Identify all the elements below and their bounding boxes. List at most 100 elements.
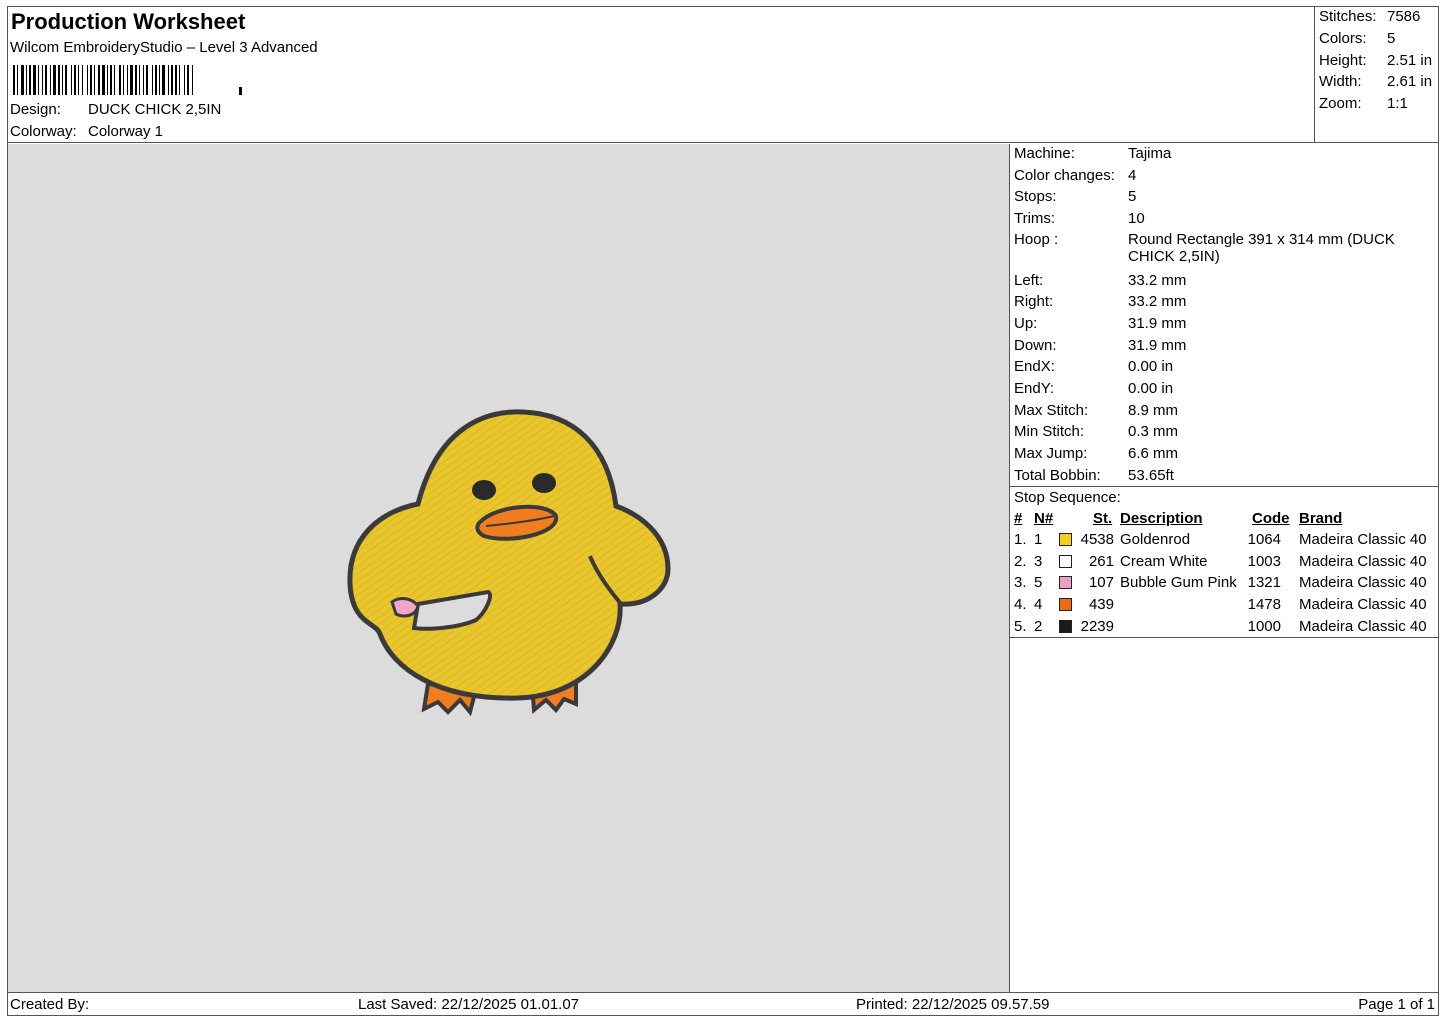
col-header-num: # [1014,510,1023,527]
row-needle: 5 [1034,574,1043,592]
min-stitch-value: 0.3 mm [1128,423,1179,440]
stitches-row: Stitches: 7586 [1319,8,1420,25]
machine-value: Tajima [1128,145,1172,162]
stop-sequence-title: Stop Sequence: [1014,489,1121,506]
endy-value: 0.00 in [1128,380,1174,397]
row-num: 3. [1014,574,1027,592]
row-stitches: 4538 [1080,531,1114,548]
duck-body [347,409,671,701]
row-needle: 1 [1034,531,1043,548]
max-jump-label: Max Jump: [1014,445,1088,462]
stitches-value: 7586 [1387,8,1421,25]
left-eye [472,480,496,500]
row-brand: Madeira Classic 40 [1299,596,1427,614]
max-stitch-label: Max Stitch: [1014,402,1089,419]
width-row: Width: 2.61 in [1319,73,1432,90]
row-num: 2. [1014,552,1027,570]
divider [1010,486,1439,487]
hoop-label: Hoop : [1014,231,1059,248]
table-row: 4. 4 439 1478 Madeira Classic 40 [1010,596,1439,618]
design-row: Design: DUCK CHICK 2,5IN [10,101,221,118]
row-description: Goldenrod [1120,531,1191,548]
row-stitches: 107 [1088,574,1114,592]
colors-label: Colors: [1319,30,1367,47]
row-num: 4. [1014,596,1027,614]
row-needle: 2 [1034,617,1043,635]
endx-label: EndX: [1014,358,1055,375]
col-header-brand: Brand [1299,510,1343,527]
right-label: Right: [1014,293,1054,310]
last-saved: Last Saved: 22/12/2025 01.01.07 [358,996,580,1013]
row-brand: Madeira Classic 40 [1299,531,1427,548]
page-number: Page 1 of 1 [1358,996,1435,1013]
design-preview-canvas [8,144,1010,992]
up-label: Up: [1014,315,1038,332]
up-value: 31.9 mm [1128,315,1187,332]
min-stitch-label: Min Stitch: [1014,423,1085,440]
hoop-value: Round Rectangle 391 x 314 mm (DUCK CHICK… [1128,231,1395,265]
color-changes-value: 4 [1128,167,1137,184]
width-label: Width: [1319,73,1362,90]
worksheet-title: Production Worksheet [11,9,246,34]
software-name: Wilcom EmbroideryStudio – Level 3 Advanc… [10,39,318,56]
row-num: 1. [1014,531,1027,548]
design-value: DUCK CHICK 2,5IN [88,101,222,118]
row-needle: 3 [1034,552,1043,570]
zoom-label: Zoom: [1319,95,1362,112]
row-description: Bubble Gum Pink [1120,574,1237,592]
row-stitches: 2239 [1080,617,1114,635]
duck-chick-design [347,409,671,717]
max-stitch-value: 8.9 mm [1128,402,1179,419]
worksheet-header: Production Worksheet Wilcom EmbroiderySt… [7,6,1315,143]
zoom-row: Zoom: 1:1 [1319,95,1408,112]
barcode-image [13,65,242,95]
width-value: 2.61 in [1387,73,1433,90]
color-swatch [1059,533,1072,546]
row-brand: Madeira Classic 40 [1299,617,1427,635]
color-swatch [1059,576,1072,590]
stats-panel: Stitches: 7586 Colors: 5 Height: 2.51 in Wi… [1315,6,1439,143]
row-description: Cream White [1120,552,1208,570]
down-label: Down: [1014,337,1057,354]
total-bobbin-value: 53.65ft [1128,467,1174,484]
height-label: Height: [1319,52,1367,69]
machine-label: Machine: [1014,145,1075,162]
stitches-label: Stitches: [1319,8,1377,25]
zoom-value: 1:1 [1387,95,1408,112]
row-stitches: 261 [1088,552,1114,570]
height-row: Height: 2.51 in [1319,52,1432,69]
stops-label: Stops: [1014,188,1057,205]
colors-row: Colors: 5 [1319,30,1395,47]
design-label: Design: [10,101,61,118]
row-brand: Madeira Classic 40 [1299,552,1427,570]
trims-value: 10 [1128,210,1145,227]
worksheet-footer: Created By: Last Saved: 22/12/2025 01.01… [7,992,1439,1016]
col-header-code: Code [1252,510,1290,527]
left-label: Left: [1014,272,1044,289]
row-brand: Madeira Classic 40 [1299,574,1427,592]
row-code: 1000 [1247,617,1281,635]
table-row: 1. 1 4538 Goldenrod 1064 Madeira Classic 40 [1010,531,1439,553]
row-code: 1064 [1247,531,1281,548]
row-stitches: 439 [1088,596,1114,614]
col-header-description: Description [1120,510,1203,527]
colorway-row: Colorway: Colorway 1 [10,123,163,140]
down-value: 31.9 mm [1128,337,1187,354]
left-value: 33.2 mm [1128,272,1187,289]
table-row: 3. 5 107 Bubble Gum Pink 1321 Madeira Classic… [1010,574,1439,596]
col-header-st: St. [1093,510,1113,527]
right-eye [532,473,556,493]
trims-label: Trims: [1014,210,1056,227]
table-row: 2. 3 261 Cream White 1003 Madeira Classic 40 [1010,553,1439,575]
max-jump-value: 6.6 mm [1128,445,1179,462]
color-swatch [1059,598,1072,612]
total-bobbin-label: Total Bobbin: [1014,467,1101,484]
colorway-label: Colorway: [10,123,77,140]
color-swatch [1059,619,1072,633]
height-value: 2.51 in [1387,52,1433,69]
row-needle: 4 [1034,596,1043,614]
row-num: 5. [1014,617,1027,635]
tongue [390,597,420,618]
created-by: Created By: [10,996,90,1013]
divider [1010,637,1439,638]
